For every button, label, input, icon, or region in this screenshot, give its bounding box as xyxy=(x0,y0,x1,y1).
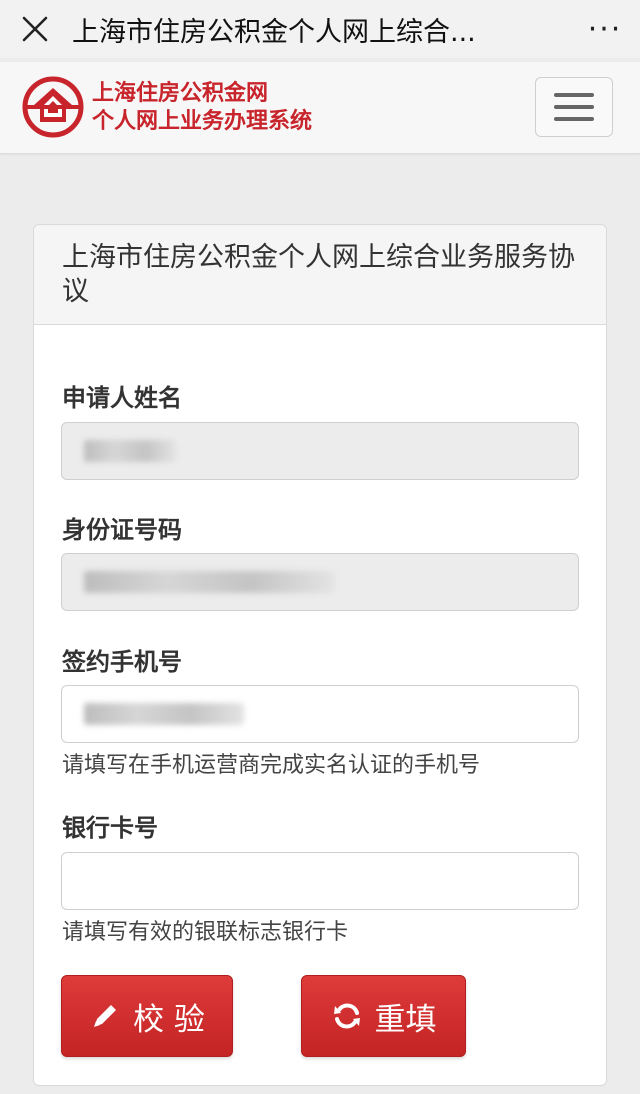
page-title: 上海市住房公积金个人网上综合... xyxy=(72,16,476,48)
name-field xyxy=(61,422,579,480)
hamburger-menu-icon xyxy=(554,93,594,97)
refresh-icon xyxy=(333,1003,360,1029)
more-button[interactable]: ··· xyxy=(570,0,640,58)
name-label: 申请人姓名 xyxy=(62,384,182,412)
pencil-icon xyxy=(94,1005,117,1027)
verify-label: 校 验 xyxy=(133,1001,205,1038)
phone-hint: 请填写在手机运营商完成实名认证的手机号 xyxy=(62,753,481,778)
close-button[interactable] xyxy=(0,0,70,58)
phone-field[interactable] xyxy=(61,685,579,743)
redacted-name xyxy=(84,440,176,462)
more-icon: ··· xyxy=(587,11,623,47)
close-icon xyxy=(22,16,48,42)
app-top-bar: 上海市住房公积金个人网上综合... ··· xyxy=(0,0,640,58)
card-label: 银行卡号 xyxy=(62,814,158,842)
site-brand[interactable]: 上海住房公积金网 个人网上业务办理系统 xyxy=(92,80,312,136)
card-hint: 请填写有效的银联标志银行卡 xyxy=(62,920,349,945)
house-logo-icon xyxy=(22,76,84,138)
id-label: 身份证号码 xyxy=(62,516,182,544)
redacted-phone xyxy=(84,703,244,725)
reset-button[interactable]: 重填 xyxy=(301,975,466,1057)
brand-line-2: 个人网上业务办理系统 xyxy=(92,109,313,134)
bank-card-field[interactable] xyxy=(61,852,579,910)
brand-line-1: 上海住房公积金网 xyxy=(92,81,269,106)
panel-title: 上海市住房公积金个人网上综合业务服务协议 xyxy=(34,225,606,325)
phone-label: 签约手机号 xyxy=(62,648,182,676)
agreement-form-panel: 上海市住房公积金个人网上综合业务服务协议 申请人姓名 身份证号码 签约手机号 请… xyxy=(33,224,607,1086)
verify-button[interactable]: 校 验 xyxy=(61,975,233,1057)
redacted-id xyxy=(84,571,334,593)
id-number-field xyxy=(61,553,579,611)
reset-label: 重填 xyxy=(374,1001,437,1038)
site-header: 上海住房公积金网 个人网上业务办理系统 xyxy=(0,62,640,154)
hamburger-menu-button[interactable] xyxy=(535,77,613,137)
